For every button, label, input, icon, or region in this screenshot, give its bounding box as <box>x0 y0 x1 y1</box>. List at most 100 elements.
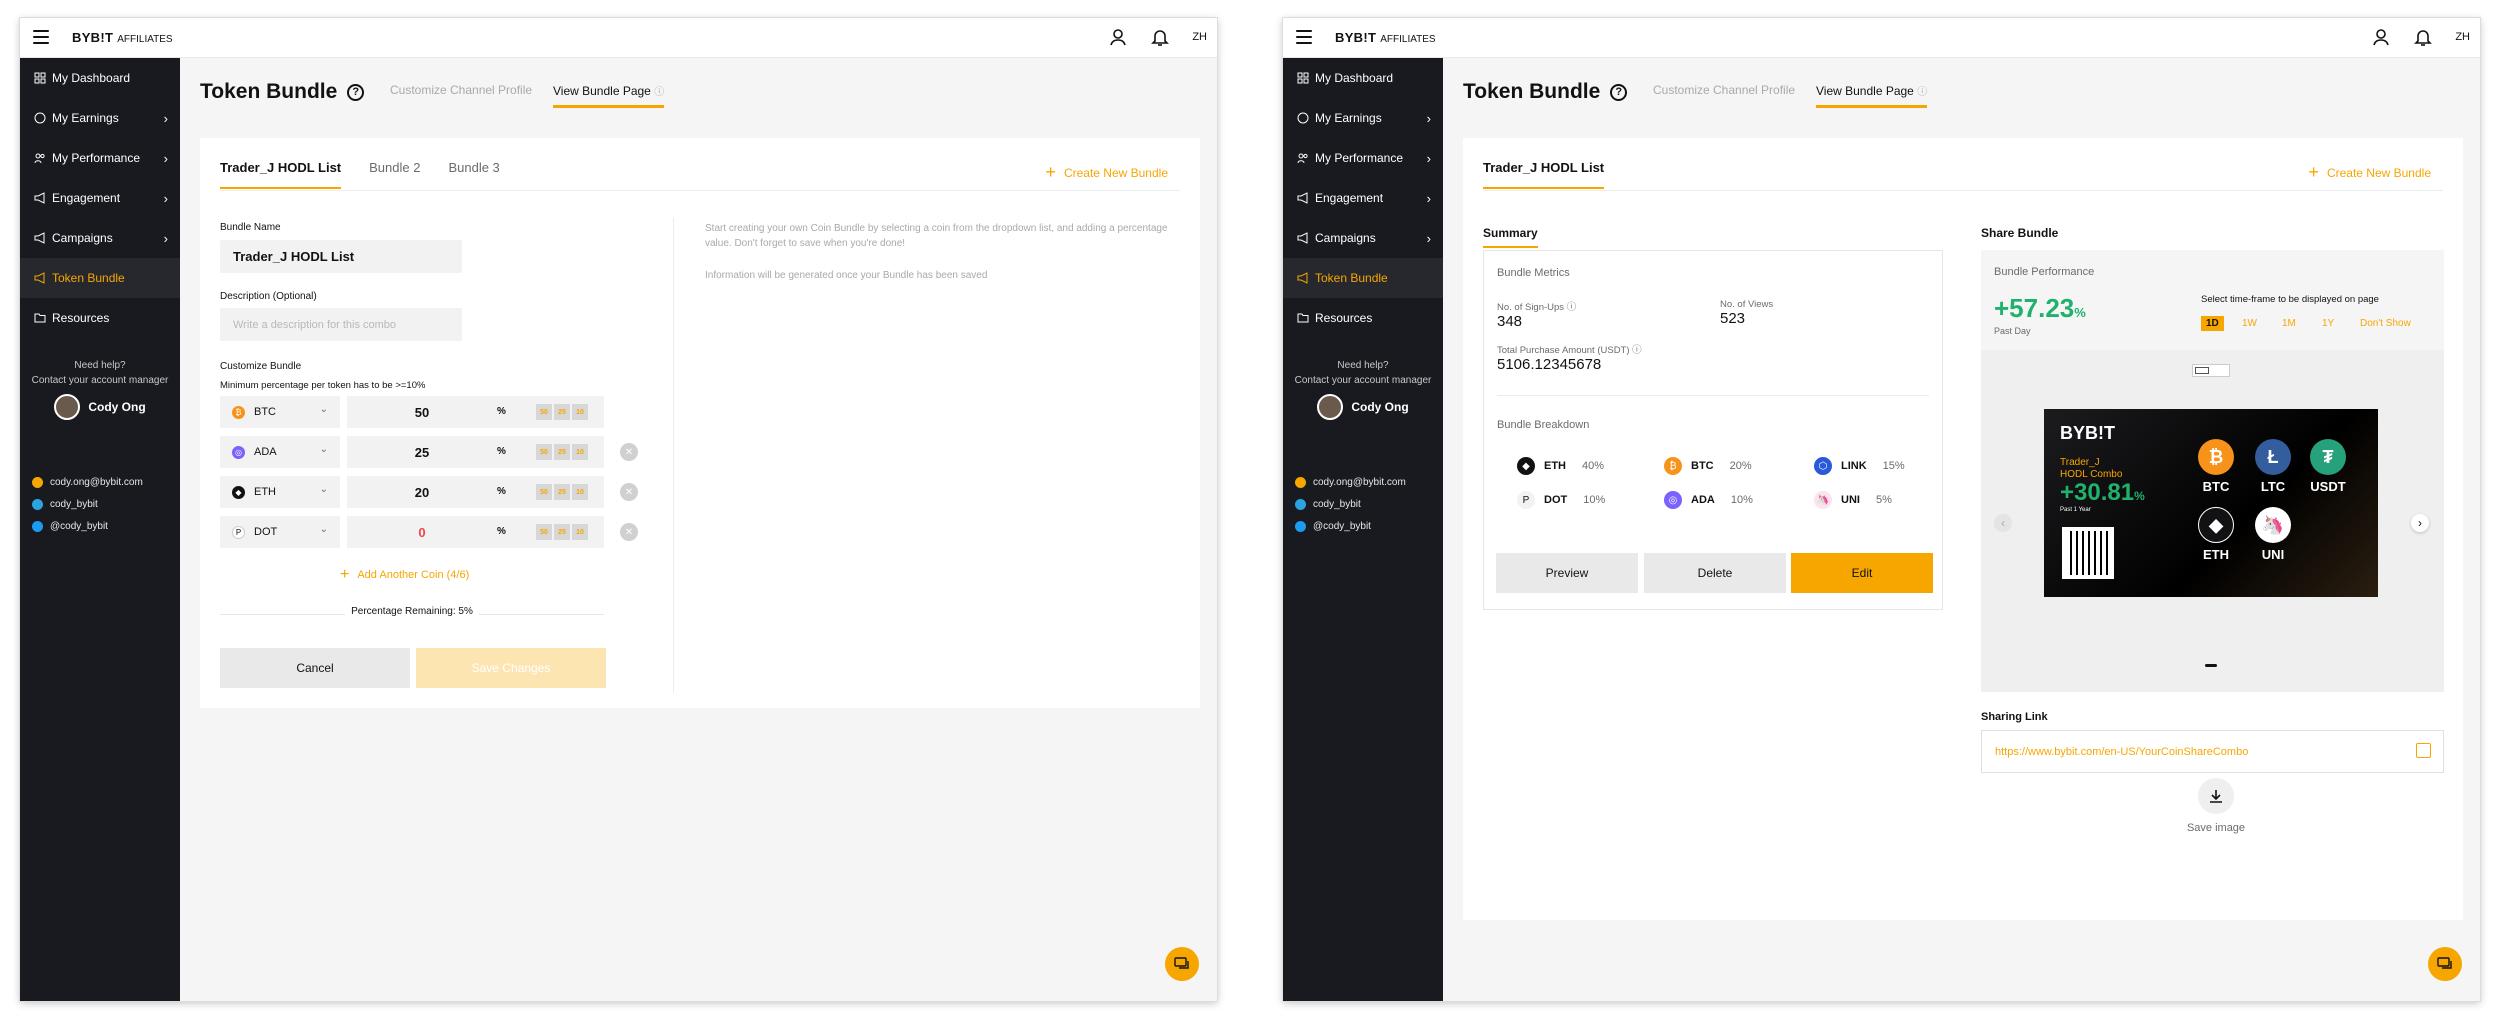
quick-10-button[interactable]: 10 <box>572 484 588 500</box>
coin-select[interactable]: ◆ ETH ⌄ <box>220 476 340 508</box>
remove-coin-button[interactable]: ✕ <box>620 443 638 461</box>
carousel-prev-button[interactable]: ‹ <box>1994 514 2012 532</box>
sidebar-item-earnings[interactable]: My Earnings › <box>20 98 180 138</box>
create-new-bundle-button[interactable]: + Create New Bundle <box>2308 162 2431 183</box>
sidebar-item-token-bundle[interactable]: Token Bundle <box>1283 258 1443 298</box>
copy-icon[interactable] <box>2416 743 2431 758</box>
sidebar-item-dashboard[interactable]: My Dashboard <box>1283 58 1443 98</box>
tab-view-bundle[interactable]: View Bundle Page ⓘ <box>553 83 665 108</box>
tab-customize-profile[interactable]: Customize Channel Profile <box>1653 83 1795 104</box>
description-label: Description (Optional) <box>220 291 317 302</box>
create-new-bundle-button[interactable]: + Create New Bundle <box>1045 162 1168 183</box>
edit-button[interactable]: Edit <box>1791 553 1933 593</box>
quick-10-button[interactable]: 10 <box>572 524 588 540</box>
megaphone-icon <box>1297 192 1309 204</box>
megaphone-icon <box>34 272 46 284</box>
logo[interactable]: BYB!T AFFILIATES <box>72 30 173 45</box>
add-coin-button[interactable]: + Add Another Coin (4/6) <box>340 566 469 584</box>
menu-icon[interactable] <box>1296 30 1312 44</box>
sidebar-item-performance[interactable]: My Performance › <box>20 138 180 178</box>
bell-icon[interactable] <box>2413 27 2433 47</box>
btc-icon: ₿ <box>2198 439 2234 475</box>
quick-50-button[interactable]: 50 <box>536 444 552 460</box>
bundle-tab-1[interactable]: Trader_J HODL List <box>1483 160 1605 189</box>
sidebar-item-token-bundle[interactable]: Token Bundle <box>20 258 180 298</box>
timeframe-1y[interactable]: 1Y <box>2322 318 2334 329</box>
menu-icon[interactable] <box>33 30 49 44</box>
dot-icon: P <box>232 525 245 539</box>
coin-select[interactable]: ◎ ADA ⌄ <box>220 436 340 468</box>
remove-coin-button[interactable]: ✕ <box>620 523 638 541</box>
timeframe-dont-show[interactable]: Don't Show <box>2360 318 2411 329</box>
tab-view-bundle[interactable]: View Bundle Page ⓘ <box>1816 83 1928 108</box>
bundle-editor-card: Trader_J HODL List Bundle 2 Bundle 3 + Cr… <box>200 138 1200 708</box>
timeframe-1d[interactable]: 1D <box>2201 316 2224 331</box>
user-icon[interactable] <box>1108 27 1128 47</box>
sidebar-item-resources[interactable]: Resources <box>20 298 180 338</box>
tab-customize-profile[interactable]: Customize Channel Profile <box>390 83 532 104</box>
logo[interactable]: BYB!T AFFILIATES <box>1335 30 1436 45</box>
eth-icon: ◆ <box>1517 457 1535 475</box>
remove-coin-button[interactable]: ✕ <box>620 483 638 501</box>
quick-10-button[interactable]: 10 <box>572 404 588 420</box>
carousel-next-button[interactable]: › <box>2411 514 2429 532</box>
quick-25-button[interactable]: 25 <box>554 484 570 500</box>
megaphone-icon <box>34 192 46 204</box>
coin-row: ◆ ETH ⌄ 20% 50 25 10 ✕ <box>220 476 638 508</box>
language-switch[interactable]: ZH <box>2455 31 2470 43</box>
chat-button[interactable] <box>1165 947 1199 981</box>
bundle-tab-1[interactable]: Trader_J HODL List <box>220 160 342 189</box>
language-switch[interactable]: ZH <box>1192 31 1207 43</box>
chat-icon <box>1174 957 1189 969</box>
sidebar-item-earnings[interactable]: My Earnings › <box>1283 98 1443 138</box>
contact-email[interactable]: cody.ong@bybit.com <box>1295 471 1406 493</box>
save-changes-button[interactable]: Save Changes <box>416 648 606 688</box>
sidebar: My Dashboard My Earnings › My Performance… <box>1283 58 1443 1001</box>
percentage-input[interactable]: 50% 50 25 10 <box>347 396 604 428</box>
view-toggle[interactable] <box>2192 364 2230 377</box>
quick-50-button[interactable]: 50 <box>536 404 552 420</box>
contact-telegram[interactable]: cody_bybit <box>32 493 143 515</box>
percentage-input[interactable]: 20% 50 25 10 <box>347 476 604 508</box>
contact-telegram[interactable]: cody_bybit <box>1295 493 1406 515</box>
sidebar-item-engagement[interactable]: Engagement › <box>1283 178 1443 218</box>
coin-select[interactable]: P DOT ⌄ <box>220 516 340 548</box>
quick-25-button[interactable]: 25 <box>554 444 570 460</box>
delete-button[interactable]: Delete <box>1644 553 1786 593</box>
timeframe-1w[interactable]: 1W <box>2242 318 2257 329</box>
share-heading: Share Bundle <box>1981 226 2059 240</box>
quick-50-button[interactable]: 50 <box>536 484 552 500</box>
bundle-tab-2[interactable]: Bundle 2 <box>369 160 420 189</box>
sidebar-item-engagement[interactable]: Engagement › <box>20 178 180 218</box>
download-button[interactable] <box>2198 778 2234 814</box>
folder-icon <box>34 312 46 324</box>
quick-50-button[interactable]: 50 <box>536 524 552 540</box>
help-icon[interactable]: ? <box>1610 83 1628 101</box>
sharing-link-field[interactable]: https://www.bybit.com/en-US/YourCoinShar… <box>1981 730 2444 773</box>
cancel-button[interactable]: Cancel <box>220 648 410 688</box>
sidebar-item-performance[interactable]: My Performance › <box>1283 138 1443 178</box>
sidebar-item-dashboard[interactable]: My Dashboard <box>20 58 180 98</box>
chevron-right-icon: › <box>1426 111 1431 126</box>
timeframe-1m[interactable]: 1M <box>2282 318 2296 329</box>
preview-button[interactable]: Preview <box>1496 553 1638 593</box>
bundle-name-input[interactable]: Trader_J HODL List <box>220 240 462 273</box>
chat-button[interactable] <box>2428 947 2462 981</box>
sidebar-item-campaigns[interactable]: Campaigns › <box>20 218 180 258</box>
quick-10-button[interactable]: 10 <box>572 444 588 460</box>
quick-25-button[interactable]: 25 <box>554 404 570 420</box>
bell-icon[interactable] <box>1150 27 1170 47</box>
coin-select[interactable]: ₿ BTC ⌄ <box>220 396 340 428</box>
description-input[interactable]: Write a description for this combo <box>220 308 462 341</box>
contact-email[interactable]: cody.ong@bybit.com <box>32 471 143 493</box>
contact-twitter[interactable]: @cody_bybit <box>32 515 143 537</box>
bundle-tab-3[interactable]: Bundle 3 <box>448 160 499 189</box>
sidebar-item-campaigns[interactable]: Campaigns › <box>1283 218 1443 258</box>
contact-twitter[interactable]: @cody_bybit <box>1295 515 1406 537</box>
quick-25-button[interactable]: 25 <box>554 524 570 540</box>
percentage-input[interactable]: 0% 50 25 10 <box>347 516 604 548</box>
sidebar-item-resources[interactable]: Resources <box>1283 298 1443 338</box>
help-icon[interactable]: ? <box>347 83 365 101</box>
percentage-input[interactable]: 25% 50 25 10 <box>347 436 604 468</box>
user-icon[interactable] <box>2371 27 2391 47</box>
